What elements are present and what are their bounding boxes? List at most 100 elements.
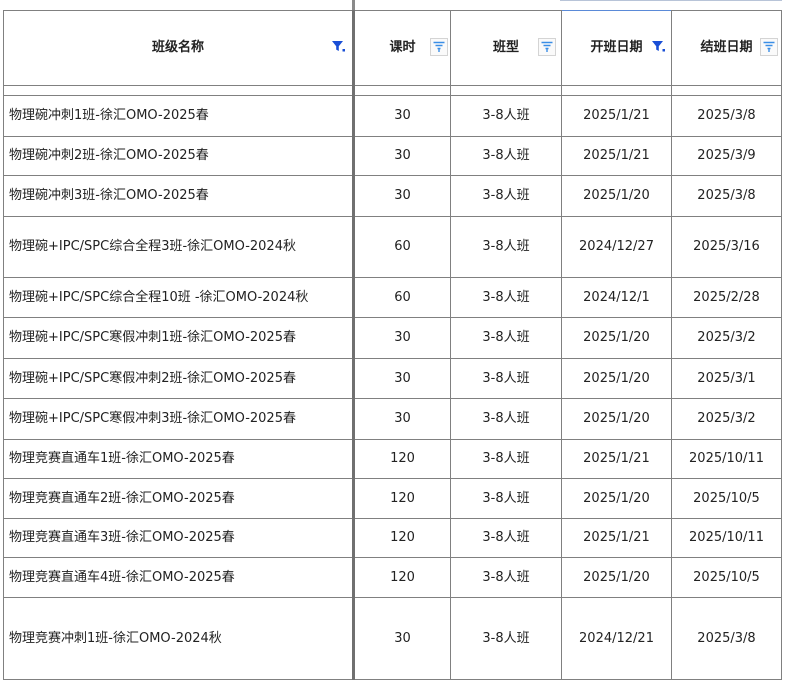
hours-cell[interactable]: 60 (353, 277, 451, 318)
start-date-cell[interactable]: 2025/1/20 (561, 478, 672, 519)
table-row[interactable]: 物理碗冲刺3班-徐汇OMO-2025春 30 3-8人班 2025/1/20 2025/… (3, 175, 782, 217)
filter-icon[interactable] (760, 38, 778, 56)
table-row[interactable]: 物理碗冲刺1班-徐汇OMO-2025春 30 3-8人班 2025/1/21 2025/… (3, 95, 782, 137)
hours-cell[interactable]: 30 (353, 358, 451, 399)
name-cell[interactable]: 物理竞赛直通车1班-徐汇OMO-2025春 (3, 439, 355, 479)
name-cell[interactable]: 物理碗+IPC/SPC寒假冲刺2班-徐汇OMO-2025春 (3, 358, 355, 399)
table-row[interactable]: 物理竞赛直通车2班-徐汇OMO-2025春 120 3-8人班 2025/1/20 20… (3, 478, 782, 519)
end-date-cell[interactable]: 2025/3/1 (671, 358, 782, 399)
end-date-cell[interactable]: 2025/10/5 (671, 557, 782, 598)
table-row[interactable]: 物理竞赛直通车4班-徐汇OMO-2025春 120 3-8人班 2025/1/20 20… (3, 557, 782, 598)
end-date-cell[interactable]: 2025/3/2 (671, 317, 782, 359)
class-type-cell[interactable]: 3-8人班 (450, 216, 562, 278)
header-hours[interactable]: 课时 (353, 10, 451, 86)
start-date-cell[interactable]: 2025/1/21 (561, 518, 672, 558)
header-start-date[interactable]: 开班日期 (561, 10, 672, 86)
header-label: 结班日期 (700, 40, 753, 55)
end-date-cell[interactable]: 2025/3/8 (671, 175, 782, 217)
class-type-cell[interactable]: 3-8人班 (450, 95, 562, 137)
filter-active-icon[interactable] (330, 38, 346, 54)
table-row[interactable]: 物理碗冲刺2班-徐汇OMO-2025春 30 3-8人班 2025/1/21 2025/… (3, 136, 782, 176)
hours-cell[interactable]: 30 (353, 398, 451, 440)
start-date-cell[interactable]: 2025/1/20 (561, 317, 672, 359)
class-table: 班级名称 课时 班型 开班日期 结班日期 物理碗冲刺1班-徐汇OMO-2025春… (3, 10, 782, 680)
header-row: 班级名称 课时 班型 开班日期 结班日期 (3, 10, 782, 86)
end-date-cell[interactable]: 2025/2/28 (671, 277, 782, 318)
hours-cell[interactable]: 30 (353, 597, 451, 680)
end-date-cell[interactable]: 2025/10/11 (671, 439, 782, 479)
end-date-cell[interactable]: 2025/3/8 (671, 95, 782, 137)
name-cell[interactable]: 物理碗冲刺3班-徐汇OMO-2025春 (3, 175, 355, 217)
hours-cell[interactable]: 30 (353, 95, 451, 137)
filter-icon[interactable] (538, 38, 556, 56)
start-date-cell[interactable]: 2025/1/21 (561, 136, 672, 176)
header-class-name[interactable]: 班级名称 (3, 10, 355, 86)
spacer-cell (450, 85, 562, 96)
start-date-cell[interactable]: 2025/1/20 (561, 398, 672, 440)
name-cell[interactable]: 物理碗冲刺2班-徐汇OMO-2025春 (3, 136, 355, 176)
class-type-cell[interactable]: 3-8人班 (450, 518, 562, 558)
hours-cell[interactable]: 120 (353, 557, 451, 598)
end-date-cell[interactable]: 2025/10/5 (671, 478, 782, 519)
name-cell[interactable]: 物理竞赛直通车2班-徐汇OMO-2025春 (3, 478, 355, 519)
table-row[interactable]: 物理竞赛冲刺1班-徐汇OMO-2024秋 30 3-8人班 2024/12/21 202… (3, 597, 782, 680)
filter-icon[interactable] (430, 38, 448, 56)
start-date-cell[interactable]: 2024/12/1 (561, 277, 672, 318)
hours-cell[interactable]: 60 (353, 216, 451, 278)
table-row[interactable]: 物理碗+IPC/SPC寒假冲刺1班-徐汇OMO-2025春 30 3-8人班 2025… (3, 317, 782, 359)
header-label: 班级名称 (151, 40, 204, 55)
class-type-cell[interactable]: 3-8人班 (450, 398, 562, 440)
class-type-cell[interactable]: 3-8人班 (450, 439, 562, 479)
table-row[interactable]: 物理碗+IPC/SPC寒假冲刺2班-徐汇OMO-2025春 30 3-8人班 2025… (3, 358, 782, 399)
cell-overlay (672, 651, 680, 667)
name-cell[interactable]: 物理竞赛冲刺1班-徐汇OMO-2024秋 (3, 597, 355, 680)
column-splitter[interactable] (352, 0, 355, 10)
hours-cell[interactable]: 120 (353, 518, 451, 558)
class-type-cell[interactable]: 3-8人班 (450, 136, 562, 176)
spacer-cell (561, 85, 672, 96)
hours-cell[interactable]: 30 (353, 136, 451, 176)
start-date-cell[interactable]: 2025/1/21 (561, 95, 672, 137)
class-type-cell[interactable]: 3-8人班 (450, 597, 562, 680)
header-class-type[interactable]: 班型 (450, 10, 562, 86)
name-cell[interactable]: 物理碗+IPC/SPC寒假冲刺1班-徐汇OMO-2025春 (3, 317, 355, 359)
end-date-cell[interactable]: 2025/3/9 (671, 136, 782, 176)
hours-cell[interactable]: 120 (353, 439, 451, 479)
start-date-cell[interactable]: 2025/1/20 (561, 358, 672, 399)
table-row[interactable]: 物理竞赛直通车3班-徐汇OMO-2025春 120 3-8人班 2025/1/21 20… (3, 518, 782, 558)
start-date-cell[interactable]: 2025/1/20 (561, 557, 672, 598)
start-date-cell[interactable]: 2024/12/27 (561, 216, 672, 278)
table-row[interactable]: 物理竞赛直通车1班-徐汇OMO-2025春 120 3-8人班 2025/1/21 20… (3, 439, 782, 479)
start-date-cell[interactable]: 2024/12/21 (561, 597, 672, 680)
filter-active-icon[interactable] (650, 38, 666, 54)
spacer-cell (353, 85, 451, 96)
name-cell[interactable]: 物理竞赛直通车3班-徐汇OMO-2025春 (3, 518, 355, 558)
name-cell[interactable]: 物理竞赛直通车4班-徐汇OMO-2025春 (3, 557, 355, 598)
name-cell[interactable]: 物理碗+IPC/SPC综合全程10班 -徐汇OMO-2024秋 (3, 277, 355, 318)
start-date-cell[interactable]: 2025/1/20 (561, 175, 672, 217)
class-type-cell[interactable]: 3-8人班 (450, 358, 562, 399)
class-type-cell[interactable]: 3-8人班 (450, 557, 562, 598)
table-row[interactable]: 物理碗+IPC/SPC寒假冲刺3班-徐汇OMO-2025春 30 3-8人班 2025… (3, 398, 782, 440)
class-type-cell[interactable]: 3-8人班 (450, 277, 562, 318)
spacer-cell (671, 85, 782, 96)
hours-cell[interactable]: 30 (353, 175, 451, 217)
end-date-cell[interactable]: 2025/10/11 (671, 518, 782, 558)
table-row[interactable]: 物理碗+IPC/SPC综合全程10班 -徐汇OMO-2024秋 60 3-8人班 20… (3, 277, 782, 318)
header-end-date[interactable]: 结班日期 (671, 10, 782, 86)
start-date-cell[interactable]: 2025/1/21 (561, 439, 672, 479)
end-date-cell[interactable]: 2025/3/2 (671, 398, 782, 440)
name-cell[interactable]: 物理碗+IPC/SPC寒假冲刺3班-徐汇OMO-2025春 (3, 398, 355, 440)
name-cell[interactable]: 物理碗+IPC/SPC综合全程3班-徐汇OMO-2024秋 (3, 216, 355, 278)
hours-cell[interactable]: 30 (353, 317, 451, 359)
class-type-cell[interactable]: 3-8人班 (450, 175, 562, 217)
end-date-cell[interactable]: 2025/3/8 (671, 597, 782, 680)
end-date-cell[interactable]: 2025/3/16 (671, 216, 782, 278)
class-type-cell[interactable]: 3-8人班 (450, 478, 562, 519)
name-cell[interactable]: 物理碗冲刺1班-徐汇OMO-2025春 (3, 95, 355, 137)
hours-cell[interactable]: 120 (353, 478, 451, 519)
class-type-cell[interactable]: 3-8人班 (450, 317, 562, 359)
spacer-row (3, 85, 782, 96)
header-label: 班型 (492, 40, 519, 55)
table-row[interactable]: 物理碗+IPC/SPC综合全程3班-徐汇OMO-2024秋 60 3-8人班 2024… (3, 216, 782, 278)
